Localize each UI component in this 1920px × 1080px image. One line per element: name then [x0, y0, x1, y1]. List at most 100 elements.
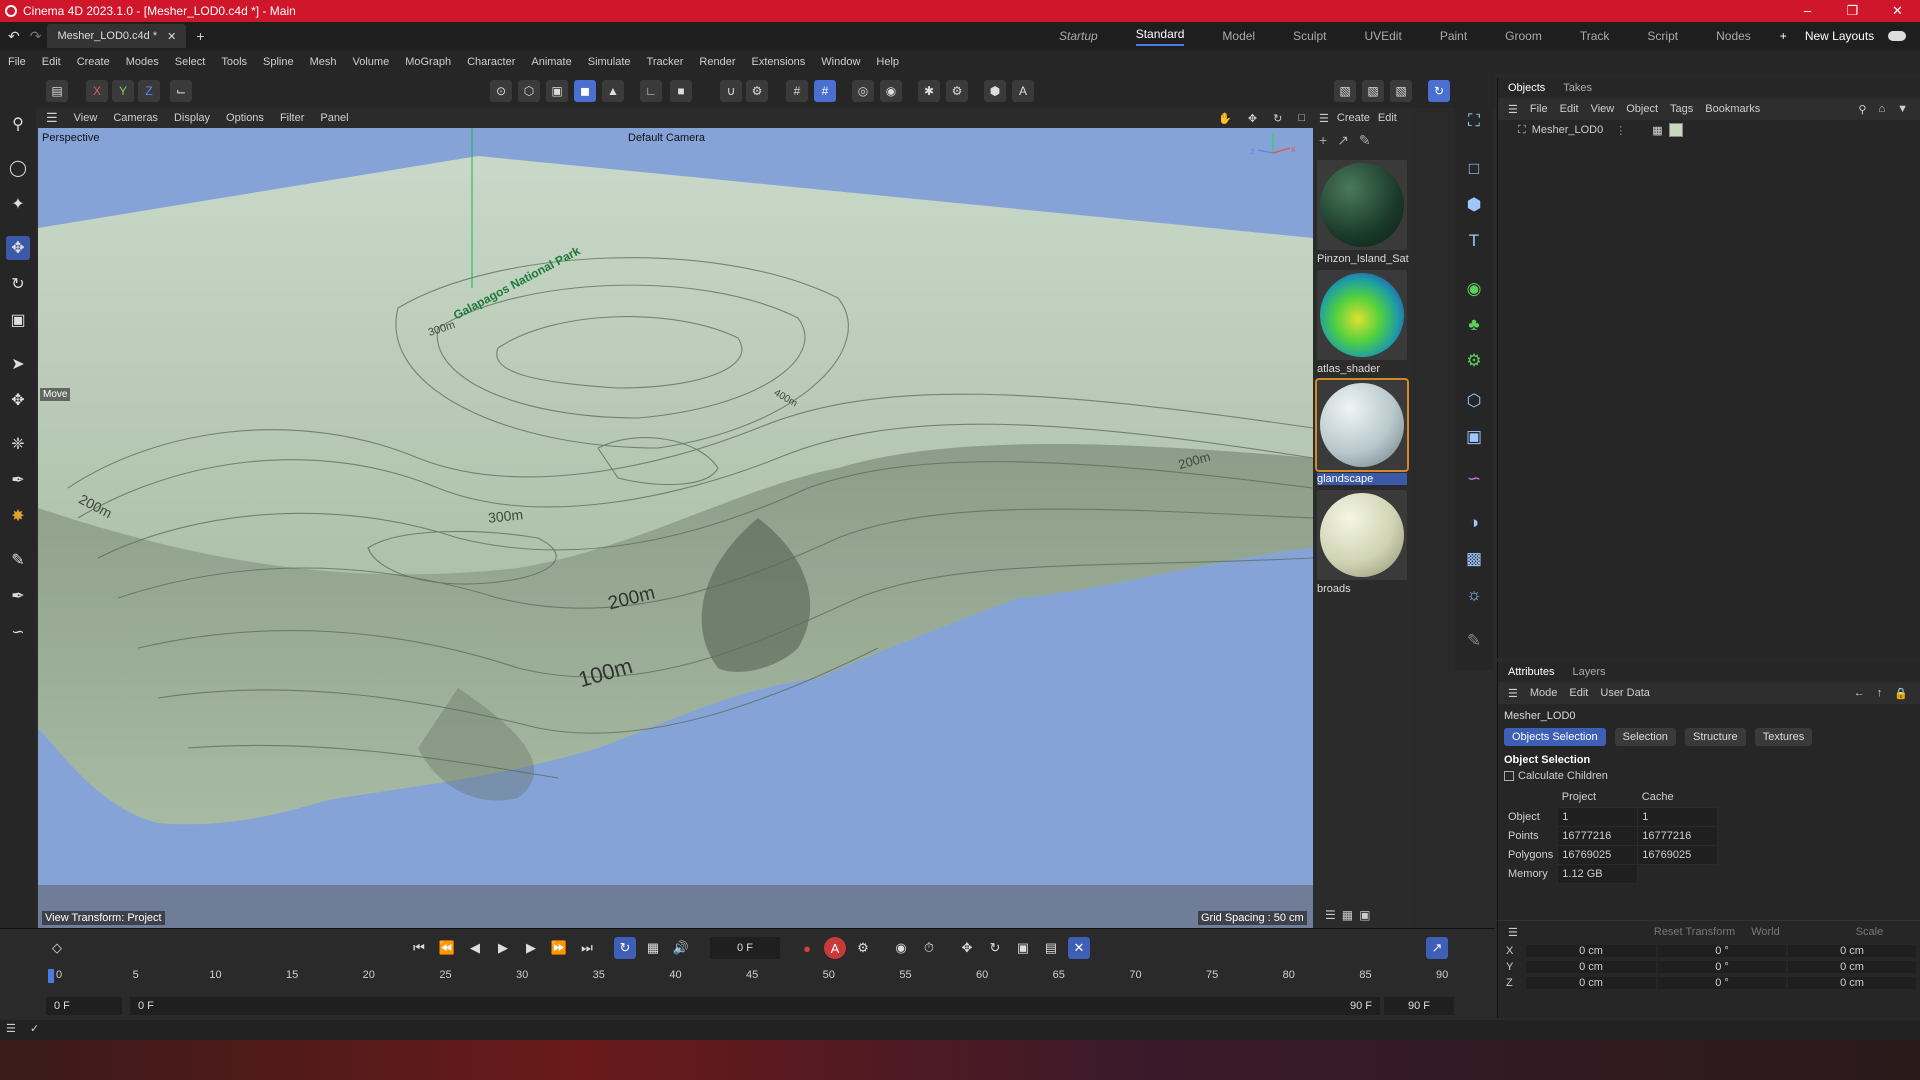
menu-select[interactable]: Select — [175, 56, 206, 68]
axis-x-button[interactable]: X — [86, 80, 108, 102]
keyframe-icon[interactable]: ◇ — [46, 937, 68, 959]
dolly-icon[interactable]: ✥ — [1248, 112, 1257, 125]
model-mode-icon[interactable]: ◼ — [574, 80, 596, 102]
coordinates-menu-icon[interactable]: ☰ — [1508, 926, 1518, 939]
position-key-icon[interactable]: ✥ — [956, 937, 978, 959]
material-menu-icon[interactable]: ☰ — [1319, 112, 1329, 125]
subtab-textures[interactable]: Textures — [1754, 728, 1813, 746]
playhead[interactable] — [48, 969, 54, 983]
scale-z-field[interactable]: 0 cm — [1788, 977, 1916, 989]
text-icon[interactable]: T — [1461, 228, 1487, 254]
redo-icon[interactable]: ↷ — [30, 28, 42, 45]
snap-icon[interactable]: ∪ — [720, 80, 742, 102]
menu-mesh[interactable]: Mesh — [310, 56, 337, 68]
render-queue-icon[interactable]: ▧ — [1390, 80, 1412, 102]
keyframe-selection-icon[interactable]: ⚙ — [852, 937, 874, 959]
pen-tool-icon[interactable]: ✒ — [6, 468, 30, 492]
symmetry-icon[interactable]: ◉ — [880, 80, 902, 102]
menu-create[interactable]: Create — [77, 56, 110, 68]
render-active-icon[interactable]: ▧ — [1362, 80, 1384, 102]
texture-tag-icon[interactable] — [1668, 123, 1683, 137]
search-icon[interactable]: ⚲ — [6, 112, 30, 136]
rotation-x-field[interactable]: 0 ° — [1658, 945, 1786, 957]
objects-search-icon[interactable]: ⚲ — [1858, 103, 1866, 116]
objects-home-icon[interactable]: ⌂ — [1878, 103, 1885, 115]
sketch-tool-icon[interactable]: ∽ — [6, 620, 30, 644]
vp-menu-filter[interactable]: Filter — [280, 112, 304, 124]
spline-pen-icon[interactable]: ✒ — [6, 584, 30, 608]
axis-y-button[interactable]: Y — [112, 80, 134, 102]
menu-file[interactable]: File — [8, 56, 26, 68]
calculate-children-checkbox[interactable] — [1504, 771, 1514, 781]
timeline-window-icon[interactable]: ↗ — [1426, 937, 1448, 959]
layout-track[interactable]: Track — [1580, 29, 1610, 43]
menu-render[interactable]: Render — [699, 56, 735, 68]
interactive-render-icon[interactable]: ↻ — [1428, 80, 1450, 102]
add-material-icon[interactable]: + — [1319, 132, 1327, 149]
lock-icon[interactable]: ◎ — [852, 80, 874, 102]
orbit-icon[interactable]: ↻ — [1273, 112, 1282, 125]
rotate-tool-icon[interactable]: ↻ — [6, 272, 30, 296]
field-icon[interactable]: ▣ — [1461, 424, 1487, 450]
material-item[interactable]: atlas_shader — [1317, 270, 1407, 375]
attributes-menu-edit[interactable]: Edit — [1569, 687, 1588, 699]
edges-mode-icon[interactable]: ⬡ — [518, 80, 540, 102]
status-check-icon[interactable]: ✓ — [30, 1022, 39, 1035]
minimize-icon[interactable]: – — [1785, 3, 1830, 19]
brush-tool-icon[interactable]: ✎ — [6, 548, 30, 572]
subtab-objects-selection[interactable]: Objects Selection — [1504, 728, 1606, 746]
vp-menu-options[interactable]: Options — [226, 112, 264, 124]
menu-mograph[interactable]: MoGraph — [405, 56, 451, 68]
objects-menu-icon[interactable]: ☰ — [1508, 103, 1518, 116]
point-level-icon[interactable]: ✕ — [1068, 937, 1090, 959]
axis-mode-icon[interactable]: ∟ — [640, 80, 662, 102]
scale-tool-icon[interactable]: ▣ — [6, 308, 30, 332]
rotation-z-field[interactable]: 0 ° — [1658, 977, 1786, 989]
reset-transform-button[interactable]: Reset Transform — [1654, 926, 1735, 938]
layout-model[interactable]: Model — [1222, 29, 1255, 43]
preview-range-slider[interactable]: 0 F 90 F — [130, 997, 1380, 1015]
attributes-menu-mode[interactable]: Mode — [1530, 687, 1558, 699]
material-menu-edit[interactable]: Edit — [1378, 112, 1397, 124]
edit-icon[interactable]: ✎ — [1461, 628, 1487, 654]
layout-uvedit[interactable]: UVEdit — [1364, 29, 1401, 43]
move-tool-icon[interactable]: ✥ — [6, 236, 30, 260]
next-frame-icon[interactable]: ▶ — [520, 937, 542, 959]
objects-menu-edit[interactable]: Edit — [1560, 103, 1579, 115]
objects-menu-bookmarks[interactable]: Bookmarks — [1705, 103, 1760, 115]
menu-character[interactable]: Character — [467, 56, 515, 68]
tab-layers[interactable]: Layers — [1572, 666, 1605, 678]
tab-objects[interactable]: Objects — [1508, 82, 1545, 94]
back-icon[interactable]: ← — [1854, 687, 1865, 699]
scale-dropdown[interactable]: Scale — [1856, 926, 1884, 938]
new-layouts-button[interactable]: New Layouts — [1805, 29, 1874, 43]
document-tab[interactable]: Mesher_LOD0.c4d * ✕ — [47, 24, 187, 48]
menu-edit[interactable]: Edit — [42, 56, 61, 68]
material-menu-create[interactable]: Create — [1337, 112, 1370, 124]
environment-icon[interactable]: ◑ — [1461, 510, 1487, 536]
menu-animate[interactable]: Animate — [531, 56, 571, 68]
motion-record-icon[interactable]: ◉ — [890, 937, 912, 959]
vp-menu-display[interactable]: Display — [174, 112, 210, 124]
objects-menu-tags[interactable]: Tags — [1670, 103, 1693, 115]
cube-outline-icon[interactable]: □ — [1461, 156, 1487, 182]
rotation-key-icon[interactable]: ↻ — [984, 937, 1006, 959]
render-region-icon[interactable]: ▧ — [1334, 80, 1356, 102]
objects-menu-file[interactable]: File — [1530, 103, 1548, 115]
camera-label[interactable]: Default Camera — [628, 132, 705, 144]
status-menu-icon[interactable]: ☰ — [6, 1022, 16, 1035]
large-view-icon[interactable]: ▣ — [1359, 908, 1370, 922]
vp-menu-cameras[interactable]: Cameras — [113, 112, 158, 124]
auto-icon[interactable]: A — [1012, 80, 1034, 102]
object-row[interactable]: ⛶ Mesher_LOD0 ⋮ ▦ — [1498, 120, 1920, 140]
material-item[interactable]: Pinzon_Island_Sat — [1317, 160, 1409, 265]
rotation-y-field[interactable]: 0 ° — [1658, 961, 1786, 973]
menu-tracker[interactable]: Tracker — [647, 56, 684, 68]
close-tab-icon[interactable]: ✕ — [167, 30, 176, 43]
list-view-icon[interactable]: ☰ — [1325, 908, 1336, 922]
position-y-field[interactable]: 0 cm — [1526, 961, 1656, 973]
sound-icon[interactable]: 🔊 — [670, 937, 692, 959]
maximize-icon[interactable]: ❐ — [1830, 3, 1875, 19]
viewport-menu-icon[interactable]: ☰ — [46, 110, 58, 126]
object-manager-icon[interactable]: ⛶ — [1461, 108, 1487, 134]
